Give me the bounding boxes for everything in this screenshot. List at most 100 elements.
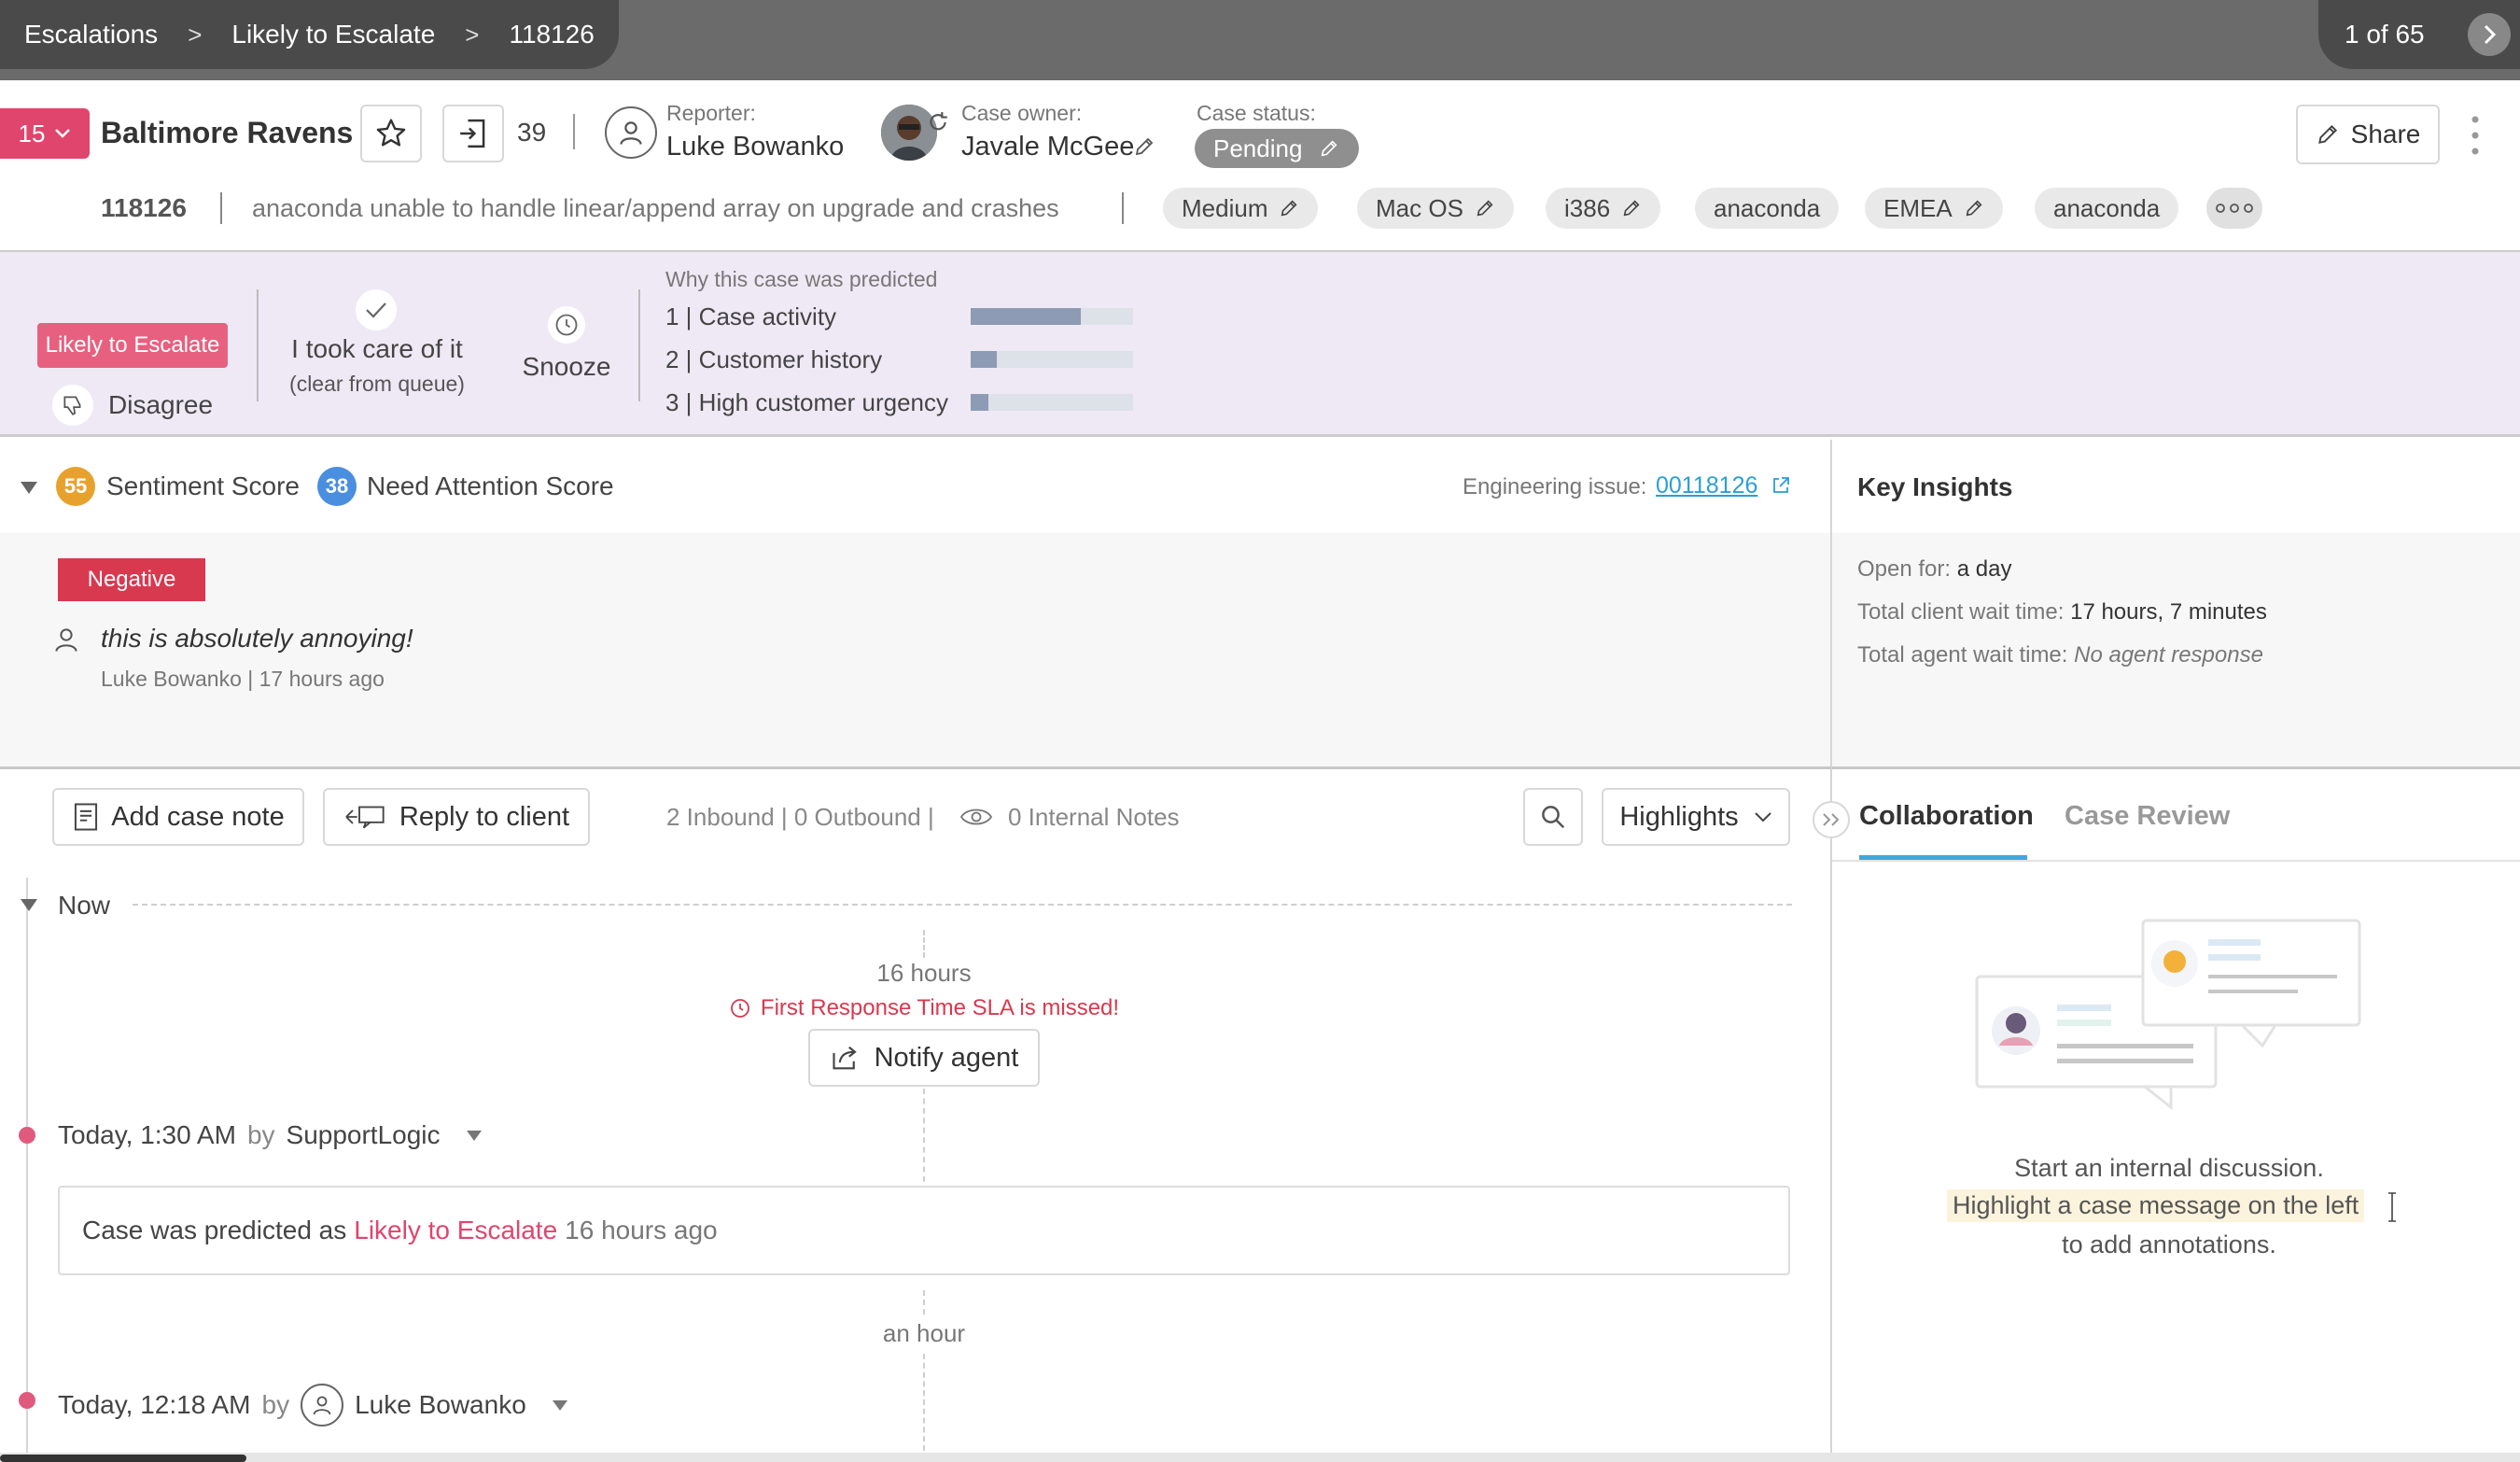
negative-sentiment-badge: Negative xyxy=(58,558,205,601)
sentiment-quote-meta: Luke Bowanko | 17 hours ago xyxy=(101,667,385,691)
timeline-now: Now xyxy=(58,891,111,920)
tag-label: anaconda xyxy=(1714,193,1821,222)
reason-bar xyxy=(971,351,1133,368)
reason-label: 2 | Customer history xyxy=(665,345,883,373)
event-author: Luke Bowanko xyxy=(355,1390,526,1419)
timeline-gap-line xyxy=(923,930,925,958)
edit-icon xyxy=(1281,200,1297,217)
more-vertical-icon[interactable] xyxy=(2464,112,2486,159)
tag-region[interactable]: EMEA xyxy=(1865,188,2003,229)
horizontal-scrollbar[interactable] xyxy=(0,1453,2520,1462)
login-icon xyxy=(460,119,485,148)
sentiment-quote[interactable]: this is absolutely annoying! xyxy=(101,624,413,654)
add-case-note-button[interactable]: Add case note xyxy=(52,788,304,846)
share-label: Share xyxy=(2350,119,2421,148)
tag-os[interactable]: Mac OS xyxy=(1357,188,1514,229)
section-divider xyxy=(0,766,1831,769)
highlights-dropdown[interactable]: Highlights xyxy=(1602,788,1790,846)
tab-collaboration[interactable]: Collaboration xyxy=(1859,801,2034,832)
event-time: Today, 12:18 AM xyxy=(58,1390,251,1419)
sentiment-score-value: 55 xyxy=(56,467,95,506)
snooze-button[interactable]: Snooze xyxy=(517,352,616,382)
sentiment-score-label: Sentiment Score xyxy=(106,471,300,500)
more-tags-button[interactable] xyxy=(2206,188,2262,229)
insight-open-for: Open for: a day xyxy=(1857,556,2011,583)
insight-label: Total client wait time: xyxy=(1857,599,2065,625)
tag-arch[interactable]: i386 xyxy=(1546,188,1661,229)
engineering-issue-link[interactable]: 00118126 xyxy=(1656,472,1757,499)
case-subject: anaconda unable to handle linear/append … xyxy=(252,194,1059,222)
chevron-right-icon: > xyxy=(465,20,480,49)
external-link-icon[interactable] xyxy=(1770,474,1792,497)
search-button[interactable] xyxy=(1523,788,1583,846)
divider xyxy=(638,289,640,401)
pencil-icon xyxy=(2317,124,2337,144)
check-icon[interactable] xyxy=(356,289,397,330)
event-link[interactable]: Likely to Escalate xyxy=(354,1216,557,1245)
thumbs-down-icon[interactable] xyxy=(52,385,93,426)
chevron-down-icon xyxy=(55,129,71,138)
reporter-name[interactable]: Luke Bowanko xyxy=(666,132,844,162)
breadcrumb-case-id: 118126 xyxy=(509,20,595,49)
empty-state-line1: Start an internal discussion. xyxy=(2014,1154,2324,1182)
divider xyxy=(257,289,259,401)
prediction-event-card[interactable]: Case was predicted as Likely to Escalate… xyxy=(58,1186,1790,1275)
timeline-gap-line xyxy=(923,1089,925,1182)
tag-label: Mac OS xyxy=(1376,193,1463,222)
notify-agent-button[interactable]: Notify agent xyxy=(808,1029,1040,1087)
key-insights-title: Key Insights xyxy=(1857,472,2013,501)
user-icon xyxy=(620,121,642,145)
event-text-prefix: Case was predicted as xyxy=(82,1216,347,1244)
event-by: by xyxy=(261,1390,290,1419)
tag-component[interactable]: anaconda xyxy=(2035,188,2179,229)
next-case-button[interactable] xyxy=(2468,13,2511,56)
owner-name[interactable]: Javale McGee xyxy=(961,132,1134,162)
breadcrumb-escalations[interactable]: Escalations xyxy=(24,20,158,49)
breadcrumb-likely-to-escalate[interactable]: Likely to Escalate xyxy=(231,20,435,49)
insight-label: Total agent wait time: xyxy=(1857,642,2068,668)
clock-icon[interactable] xyxy=(548,306,585,344)
account-name[interactable]: Baltimore Ravens xyxy=(101,116,353,150)
event-expand-icon[interactable] xyxy=(465,1128,483,1143)
favorite-button[interactable] xyxy=(360,105,422,162)
sla-missed-text: First Response Time SLA is missed! xyxy=(760,995,1120,1020)
timeline-rail xyxy=(26,878,28,1462)
event-expand-icon[interactable] xyxy=(551,1398,569,1413)
refresh-icon[interactable] xyxy=(926,110,950,134)
disagree-button[interactable]: Disagree xyxy=(108,390,213,420)
collapse-triangle-icon[interactable] xyxy=(19,896,39,913)
breadcrumb: Escalations > Likely to Escalate > 11812… xyxy=(0,0,619,69)
took-care-button[interactable]: I took care of it xyxy=(267,334,487,364)
collapse-triangle-icon[interactable] xyxy=(19,479,39,496)
edit-owner-icon[interactable] xyxy=(1133,135,1155,158)
priority-dropdown[interactable]: 15 xyxy=(0,108,90,159)
expand-panel-button[interactable] xyxy=(1813,801,1850,838)
status-badge[interactable]: Pending xyxy=(1195,129,1359,168)
edit-icon xyxy=(1966,200,1982,217)
case-id: 118126 xyxy=(101,193,187,222)
status-value: Pending xyxy=(1213,134,1303,162)
internal-notes-count[interactable]: 0 Internal Notes xyxy=(1008,803,1180,832)
reply-to-client-button[interactable]: Reply to client xyxy=(323,788,590,846)
timeline-gap-line xyxy=(923,1290,925,1314)
eye-icon[interactable] xyxy=(959,805,993,829)
clock-alert-icon xyxy=(731,999,749,1018)
tag-product[interactable]: anaconda xyxy=(1695,188,1840,229)
event-text-suffix: 16 hours ago xyxy=(565,1216,718,1244)
divider xyxy=(1122,192,1124,224)
reply-to-client-label: Reply to client xyxy=(399,801,570,832)
user-icon xyxy=(313,1396,331,1415)
timeline-gap-line xyxy=(923,1354,925,1451)
add-case-note-label: Add case note xyxy=(111,801,285,832)
tag-priority[interactable]: Medium xyxy=(1163,188,1319,229)
tab-case-review[interactable]: Case Review xyxy=(2065,801,2230,832)
share-button[interactable]: Share xyxy=(2296,105,2440,164)
scrollbar-thumb[interactable] xyxy=(0,1455,246,1462)
tag-label: Medium xyxy=(1182,193,1268,222)
assign-button[interactable] xyxy=(442,105,504,162)
reporter-avatar xyxy=(605,106,657,159)
took-care-subtext: (clear from queue) xyxy=(289,372,465,396)
status-label: Case status: xyxy=(1197,101,1316,125)
time-gap: an hour xyxy=(882,1319,966,1347)
time-gap: 16 hours xyxy=(876,959,972,987)
